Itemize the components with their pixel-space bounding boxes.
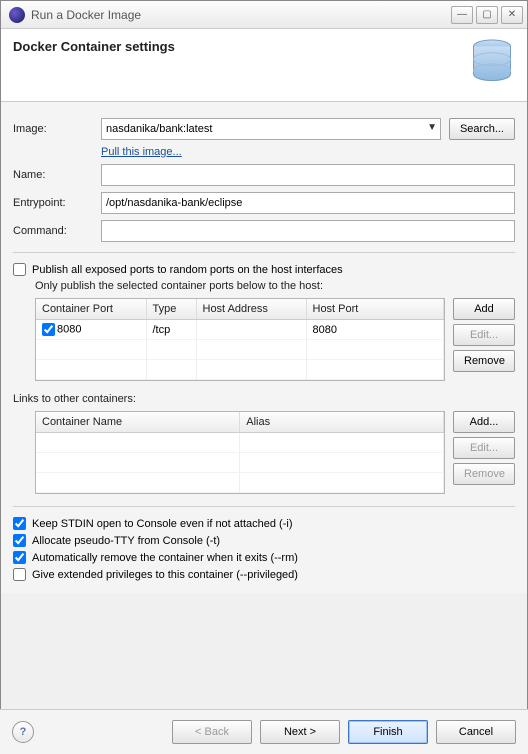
ports-header-host-port: Host Port bbox=[306, 299, 444, 320]
maximize-button[interactable]: ▢ bbox=[476, 6, 498, 24]
eclipse-icon bbox=[9, 7, 25, 23]
publish-sub-label: Only publish the selected container port… bbox=[13, 280, 515, 292]
next-button[interactable]: Next > bbox=[260, 720, 340, 744]
rm-label: Automatically remove the container when … bbox=[32, 552, 298, 564]
priv-label: Give extended privileges to this contain… bbox=[32, 569, 298, 581]
publish-all-checkbox[interactable] bbox=[13, 263, 26, 276]
links-header-name: Container Name bbox=[36, 412, 240, 433]
links-header-alias: Alias bbox=[240, 412, 444, 433]
ports-header-type: Type bbox=[146, 299, 196, 320]
window-title: Run a Docker Image bbox=[31, 8, 451, 22]
stdin-checkbox[interactable] bbox=[13, 517, 26, 530]
pull-image-link[interactable]: Pull this image... bbox=[101, 146, 441, 158]
rm-checkbox[interactable] bbox=[13, 551, 26, 564]
links-table[interactable]: Container Name Alias bbox=[35, 411, 445, 494]
tty-label: Allocate pseudo-TTY from Console (-t) bbox=[32, 535, 220, 547]
wizard-footer: ? < Back Next > Finish Cancel bbox=[0, 709, 528, 754]
name-label: Name: bbox=[13, 169, 93, 181]
back-button[interactable]: < Back bbox=[172, 720, 252, 744]
banner-heading: Docker Container settings bbox=[13, 39, 175, 54]
command-label: Command: bbox=[13, 225, 93, 237]
banner: Docker Container settings bbox=[1, 29, 527, 102]
priv-checkbox[interactable] bbox=[13, 568, 26, 581]
minimize-button[interactable]: — bbox=[451, 6, 473, 24]
title-bar: Run a Docker Image — ▢ ✕ bbox=[1, 1, 527, 29]
port-row-checkbox[interactable] bbox=[42, 323, 55, 336]
image-label: Image: bbox=[13, 123, 93, 135]
image-combobox[interactable] bbox=[101, 118, 441, 140]
cancel-button[interactable]: Cancel bbox=[436, 720, 516, 744]
links-remove-button[interactable]: Remove bbox=[453, 463, 515, 485]
ports-edit-button[interactable]: Edit... bbox=[453, 324, 515, 346]
ports-header-host-addr: Host Address bbox=[196, 299, 306, 320]
search-button[interactable]: Search... bbox=[449, 118, 515, 140]
command-input[interactable] bbox=[101, 220, 515, 242]
ports-add-button[interactable]: Add bbox=[453, 298, 515, 320]
stdin-label: Keep STDIN open to Console even if not a… bbox=[32, 518, 292, 530]
publish-all-label: Publish all exposed ports to random port… bbox=[32, 264, 343, 276]
ports-table[interactable]: Container Port Type Host Address Host Po… bbox=[35, 298, 445, 381]
help-button[interactable]: ? bbox=[12, 721, 34, 743]
links-section-label: Links to other containers: bbox=[13, 393, 515, 405]
entrypoint-input[interactable] bbox=[101, 192, 515, 214]
finish-button[interactable]: Finish bbox=[348, 720, 428, 744]
table-row: 8080 /tcp 8080 bbox=[36, 320, 444, 340]
tty-checkbox[interactable] bbox=[13, 534, 26, 547]
links-add-button[interactable]: Add... bbox=[453, 411, 515, 433]
database-icon bbox=[469, 39, 515, 87]
ports-remove-button[interactable]: Remove bbox=[453, 350, 515, 372]
close-button[interactable]: ✕ bbox=[501, 6, 523, 24]
entrypoint-label: Entrypoint: bbox=[13, 197, 93, 209]
ports-header-container-port: Container Port bbox=[36, 299, 146, 320]
name-input[interactable] bbox=[101, 164, 515, 186]
links-edit-button[interactable]: Edit... bbox=[453, 437, 515, 459]
